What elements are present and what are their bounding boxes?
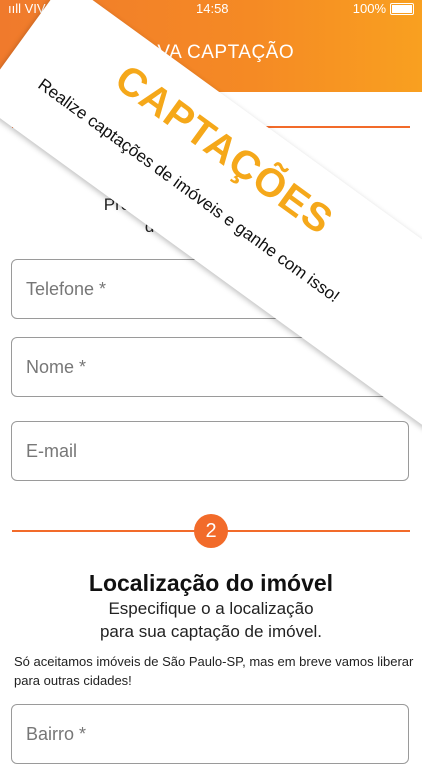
bairro-field[interactable] <box>11 704 409 764</box>
bairro-input[interactable] <box>24 705 388 763</box>
email-input[interactable] <box>24 422 388 480</box>
section-subtitle-line1: Especifique o a localização <box>108 599 314 618</box>
section-subtitle-line2: para sua captação de imóvel. <box>99 622 323 641</box>
email-field[interactable] <box>11 421 409 481</box>
section-heading-location: Localização do imóvel <box>88 570 334 596</box>
battery-icon <box>390 2 414 15</box>
battery-status: 100% <box>353 1 414 16</box>
location-note: Só aceitamos imóveis de São Paulo-SP, ma… <box>14 654 414 688</box>
battery-percent: 100% <box>352 1 386 16</box>
step-indicator-2: 2 <box>194 514 228 548</box>
clock: 14:58 <box>196 1 229 16</box>
